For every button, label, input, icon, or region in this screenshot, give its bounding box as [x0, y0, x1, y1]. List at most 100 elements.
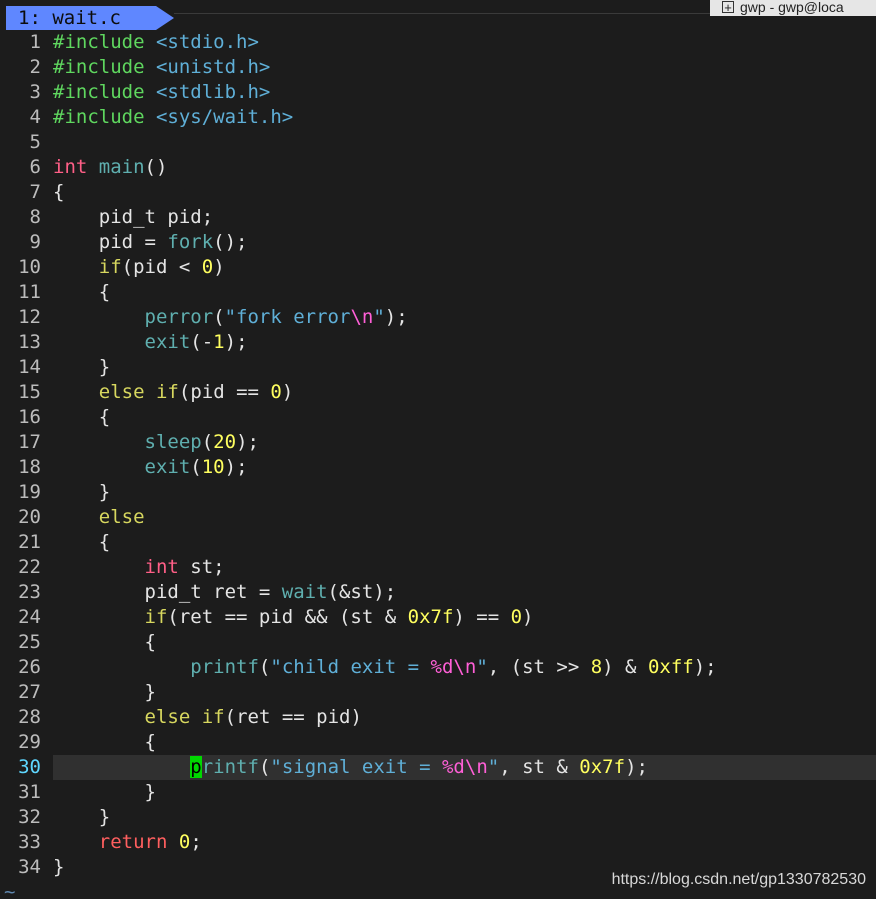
line-number: 6 — [29, 156, 41, 178]
line-number: 17 — [18, 431, 41, 453]
code-text: exit(10); — [144, 456, 248, 478]
tab-wait-c[interactable]: 1: wait.c — [6, 6, 156, 30]
number-literal: 0 — [270, 381, 282, 403]
code-line[interactable]: 21 { — [0, 530, 876, 555]
window-title-chip[interactable]: + gwp - gwp@loca — [710, 0, 876, 16]
code-line[interactable]: 33 return 0; — [0, 830, 876, 855]
plus-box-icon[interactable]: + — [722, 1, 734, 14]
code-line[interactable]: 4 #include <sys/wait.h> — [0, 105, 876, 130]
code-text: #include <unistd.h> — [53, 55, 270, 80]
code-text: printf("child exit = %d\n", (st >> 8) & … — [190, 656, 717, 678]
code-line[interactable]: 27 } — [0, 680, 876, 705]
number-literal: 0 — [201, 256, 214, 278]
line-number: 22 — [18, 556, 41, 578]
code-line[interactable]: 31 } — [0, 780, 876, 805]
function-name: sleep — [144, 431, 202, 453]
code-line[interactable]: 10 if(pid < 0) — [0, 255, 876, 280]
return-keyword: return — [98, 831, 168, 853]
number-literal: 0 — [510, 606, 523, 628]
number-literal: 0 — [178, 831, 191, 853]
code-line[interactable]: 6 int main() — [0, 155, 876, 180]
control-keyword: if — [201, 706, 225, 728]
control-keyword: if — [155, 381, 179, 403]
line-number: 8 — [29, 206, 41, 228]
include-path: <stdlib.h> — [155, 81, 271, 103]
code-line[interactable]: 2 #include <unistd.h> — [0, 55, 876, 80]
code-line[interactable]: 14 } — [0, 355, 876, 380]
code-line[interactable]: 20 else — [0, 505, 876, 530]
code-buffer[interactable]: 1 #include <stdio.h> 2 #include <unistd.h>… — [0, 30, 876, 899]
number-literal: 20 — [213, 431, 237, 453]
number-literal: 0x7f — [579, 756, 626, 778]
code-text: #include <stdlib.h> — [53, 80, 270, 105]
code-line[interactable]: 5 — [0, 130, 876, 155]
code-line[interactable]: 8 pid_t pid; — [0, 205, 876, 230]
code-line[interactable]: 16 { — [0, 405, 876, 430]
code-text: { — [53, 631, 156, 653]
code-line[interactable]: 23 pid_t ret = wait(&st); — [0, 580, 876, 605]
line-number: 30 — [18, 756, 41, 778]
tab-line: 1: wait.c + gwp - gwp@loca — [0, 0, 876, 30]
number-literal: 0x7f — [407, 606, 454, 628]
function-name: exit — [144, 456, 191, 478]
include-directive: #include — [53, 106, 145, 128]
code-text: pid_t pid; — [53, 206, 214, 228]
vim-editor-window: 1: wait.c + gwp - gwp@loca 1 #include <std… — [0, 0, 876, 899]
include-path: <stdio.h> — [155, 31, 259, 53]
code-line[interactable]: 22 int st; — [0, 555, 876, 580]
include-directive: #include — [53, 31, 145, 53]
code-line[interactable]: 29 { — [0, 730, 876, 755]
tab-separator-arrow — [156, 6, 174, 30]
type-keyword: int — [53, 156, 88, 178]
include-path: <unistd.h> — [155, 56, 271, 78]
code-line[interactable]: 19 } — [0, 480, 876, 505]
code-text: perror("fork error\n"); — [144, 306, 408, 328]
code-text: { — [53, 406, 111, 428]
function-name: perror — [144, 306, 214, 328]
code-line[interactable]: 32 } — [0, 805, 876, 830]
number-literal: 0xff — [647, 656, 694, 678]
text-cursor: p — [190, 756, 202, 778]
line-number: 24 — [18, 606, 41, 628]
code-line[interactable]: 17 sleep(20); — [0, 430, 876, 455]
control-keyword: if — [98, 256, 122, 278]
code-line[interactable]: 9 pid = fork(); — [0, 230, 876, 255]
line-number: 1 — [29, 31, 41, 53]
line-number: 20 — [18, 506, 41, 528]
number-literal: 10 — [201, 456, 225, 478]
code-line[interactable]: 13 exit(-1); — [0, 330, 876, 355]
line-number: 23 — [18, 581, 41, 603]
code-line[interactable]: 11 { — [0, 280, 876, 305]
code-line[interactable]: 25 { — [0, 630, 876, 655]
code-line[interactable]: 3 #include <stdlib.h> — [0, 80, 876, 105]
code-line[interactable]: 28 else if(ret == pid) — [0, 705, 876, 730]
string-literal: "signal exit = %d\n" — [270, 756, 500, 778]
code-line[interactable]: 7{ — [0, 180, 876, 205]
code-line[interactable]: 1 #include <stdio.h> — [0, 30, 876, 55]
function-name: fork — [167, 231, 214, 253]
line-number: 3 — [29, 81, 41, 103]
include-directive: #include — [53, 56, 145, 78]
code-text: sleep(20); — [144, 431, 259, 453]
control-keyword: else — [98, 381, 145, 403]
line-number: 15 — [18, 381, 41, 403]
type-keyword: int — [144, 556, 179, 578]
code-line[interactable]: 12 perror("fork error\n"); — [0, 305, 876, 330]
line-number: 25 — [18, 631, 41, 653]
line-number: 16 — [18, 406, 41, 428]
line-number: 19 — [18, 481, 41, 503]
code-text: } — [53, 481, 111, 503]
code-text: return 0; — [98, 831, 202, 853]
code-line-current[interactable]: 30 printf("signal exit = %d\n", st & 0x7… — [18, 755, 876, 780]
function-name: wait — [281, 581, 328, 603]
code-text: else if(pid == 0) — [98, 381, 294, 403]
code-line[interactable]: 18 exit(10); — [0, 455, 876, 480]
code-line[interactable]: 24 if(ret == pid && (st & 0x7f) == 0) — [0, 605, 876, 630]
function-name: rintf — [201, 756, 259, 778]
number-literal: 8 — [590, 656, 603, 678]
code-line[interactable]: 26 printf("child exit = %d\n", (st >> 8)… — [0, 655, 876, 680]
code-text: #include <stdio.h> — [53, 30, 259, 55]
line-number: 7 — [29, 181, 41, 203]
line-number: 33 — [18, 831, 41, 853]
code-line[interactable]: 15 else if(pid == 0) — [0, 380, 876, 405]
